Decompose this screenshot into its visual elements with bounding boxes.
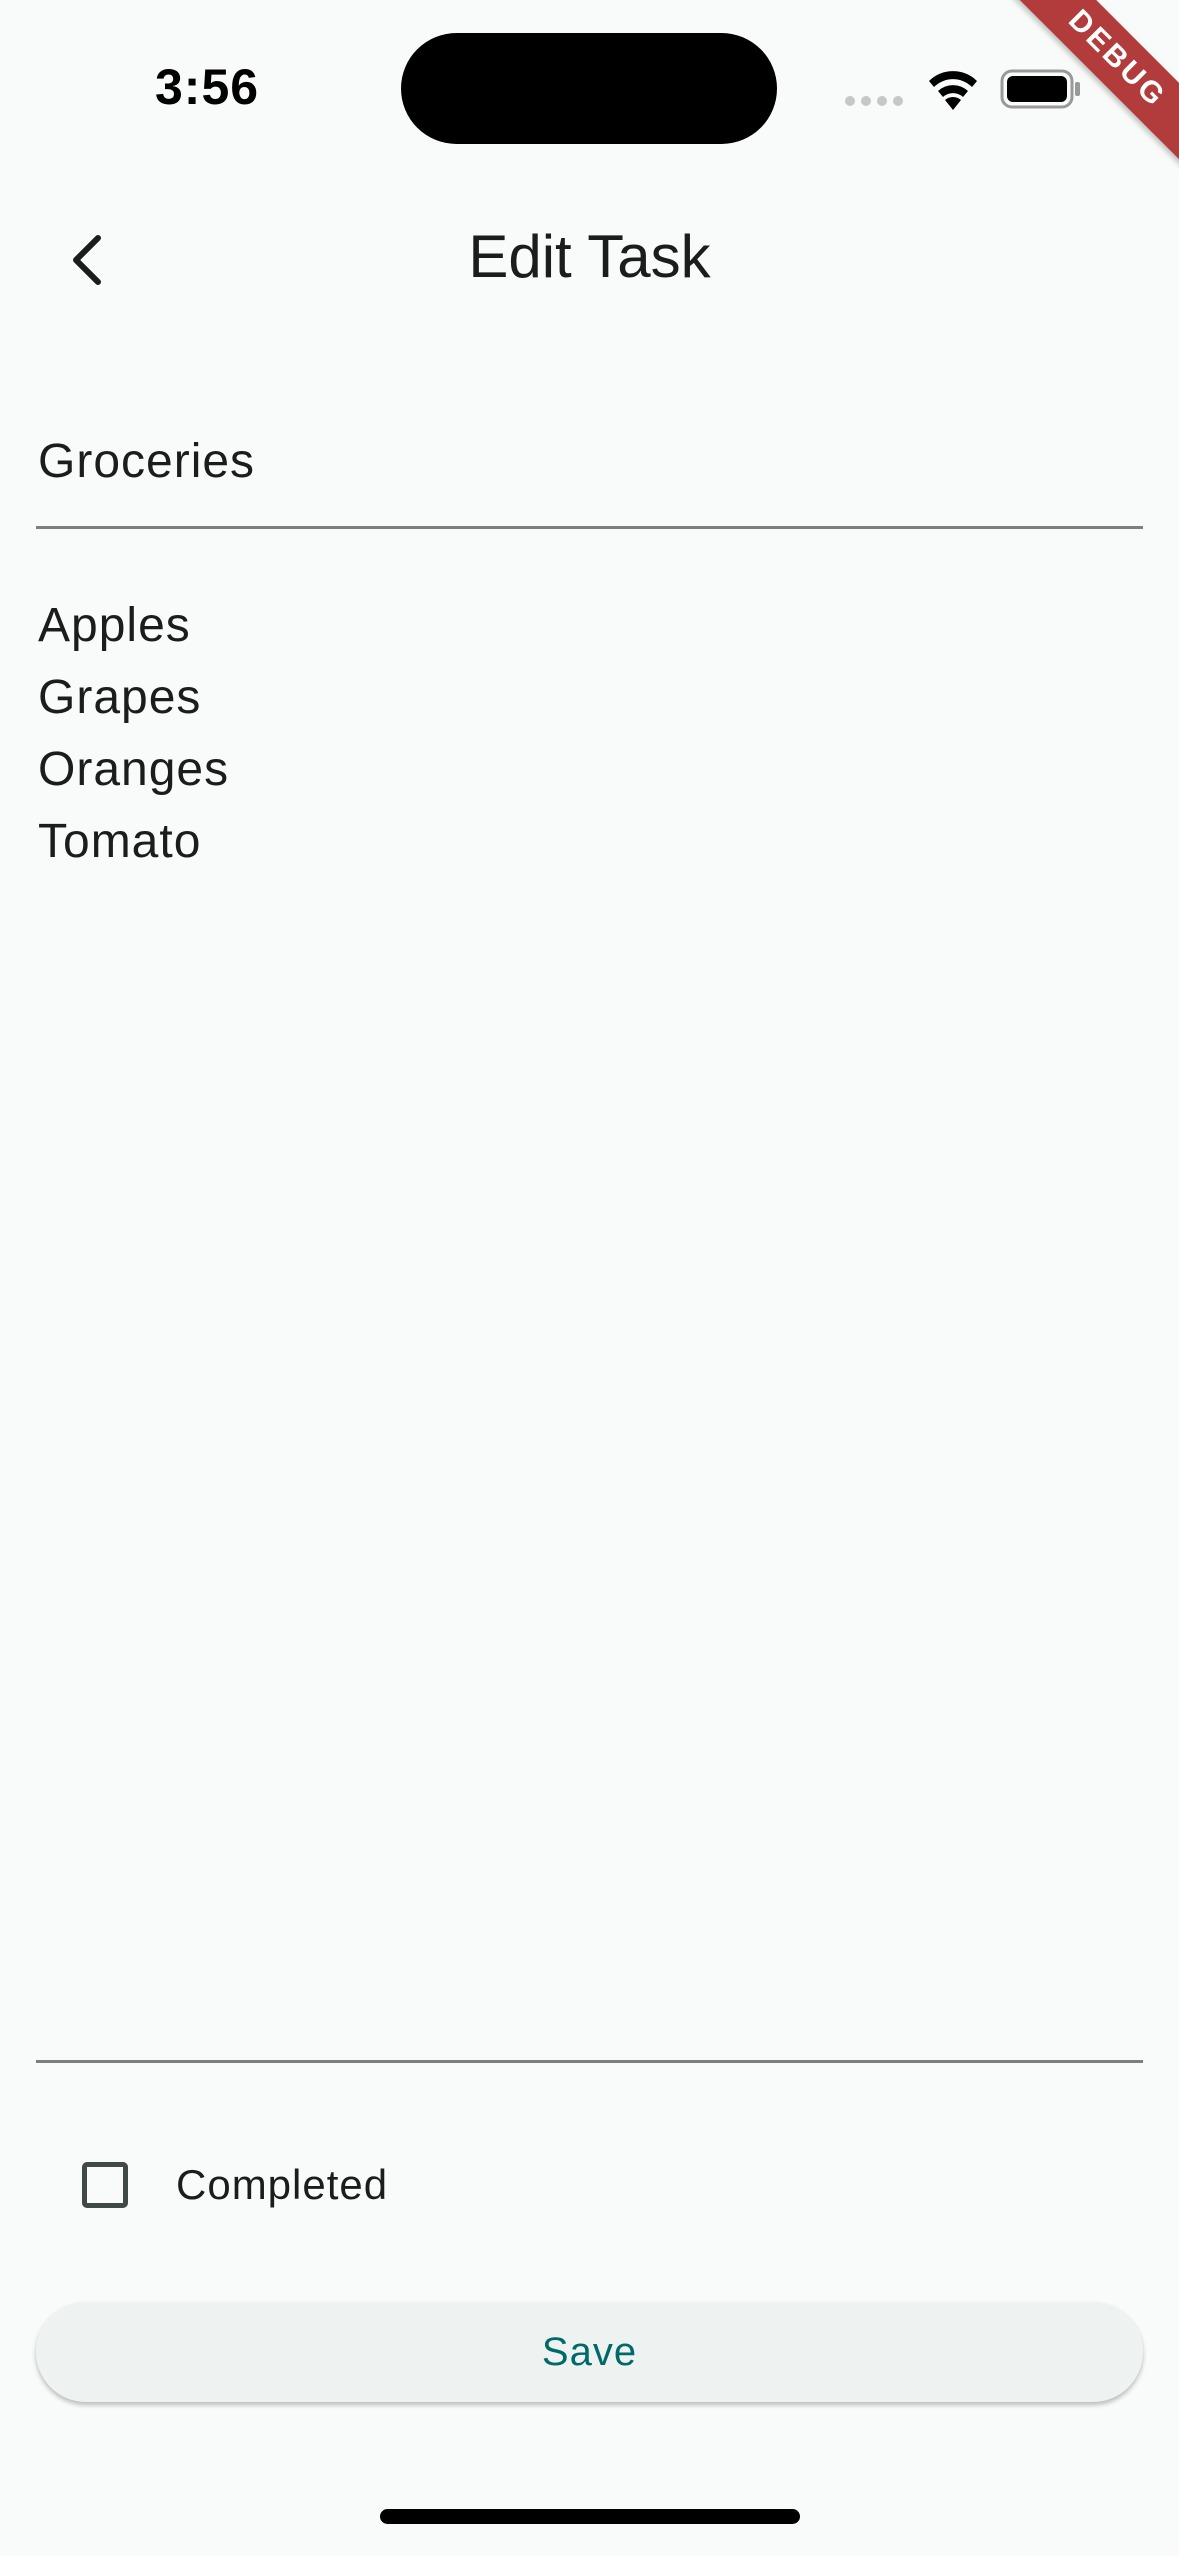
completed-row[interactable]: Completed [62,2135,562,2235]
status-time: 3:56 [155,59,260,115]
notes-line: Grapes [38,671,202,724]
edit-task-screen: 3:56 DEBUG Edit Task Groceries Apples Gr… [0,0,1179,2556]
task-title-value: Groceries [38,435,256,488]
notes-line: Oranges [38,743,230,796]
save-button[interactable]: Save [36,2302,1143,2402]
home-indicator [380,2509,800,2524]
wifi-icon [929,71,977,110]
notes-line: Apples [38,599,191,652]
task-notes-field[interactable]: Apples Grapes Oranges Tomato [36,580,1143,2063]
completed-label: Completed [176,2161,389,2208]
cellular-dots-icon [845,96,905,106]
completed-checkbox[interactable] [82,2162,128,2208]
battery-icon [1000,69,1080,109]
notes-line: Tomato [38,815,202,868]
dynamic-island [401,33,777,144]
save-button-label: Save [541,2329,638,2374]
page-title: Edit Task [468,223,711,290]
task-title-field[interactable]: Groceries [36,410,1143,529]
